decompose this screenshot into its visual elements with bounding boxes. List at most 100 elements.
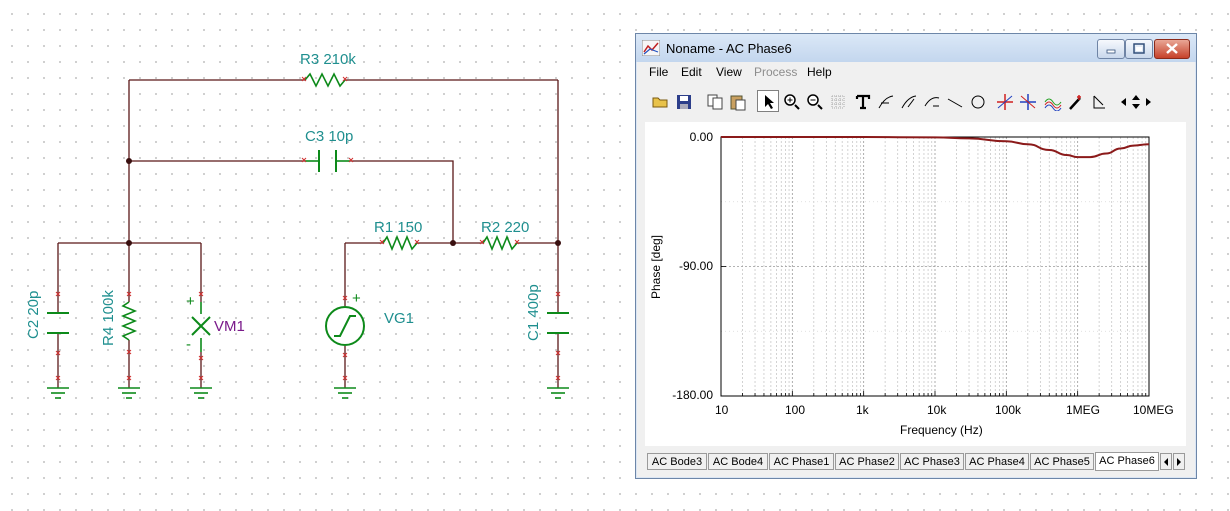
window-title: Noname - AC Phase6 xyxy=(666,41,792,56)
phase-chart[interactable] xyxy=(645,122,1186,446)
close-icon xyxy=(1166,43,1178,54)
curve-label-icon xyxy=(878,95,894,109)
grid-toggle-button[interactable] xyxy=(826,90,848,112)
capacitor-c1[interactable]: C1 400p xyxy=(525,284,569,341)
menu-bar: File Edit View Process Help xyxy=(636,62,1196,82)
x-tick-5: 1MEG xyxy=(1066,403,1101,417)
triangle-left-icon xyxy=(1121,98,1126,106)
resistor-r3[interactable]: R3 210k xyxy=(300,51,356,88)
menu-help[interactable]: Help xyxy=(807,65,832,79)
equation-tool[interactable] xyxy=(920,90,942,112)
vg1-label: VG1 xyxy=(384,310,414,327)
zoom-out-button[interactable] xyxy=(803,90,825,112)
copy-button[interactable] xyxy=(703,90,725,112)
open-button[interactable] xyxy=(649,90,671,112)
tab-strip: AC Bode3 AC Bode4 AC Phase1 AC Phase2 AC… xyxy=(645,452,1186,472)
c2-label: C2 20p xyxy=(25,291,42,339)
zoom-in-button[interactable] xyxy=(780,90,802,112)
tab-scroll-left[interactable] xyxy=(1160,453,1172,470)
line-tool[interactable] xyxy=(943,90,965,112)
menu-view[interactable]: View xyxy=(716,65,742,79)
equation-icon xyxy=(924,97,940,107)
tab-ac-phase6[interactable]: AC Phase6 xyxy=(1095,452,1159,471)
generator-vg1[interactable]: + VG1 xyxy=(325,290,414,346)
cursor-a-button[interactable] xyxy=(993,90,1015,112)
maximize-button[interactable] xyxy=(1125,39,1153,59)
menu-edit[interactable]: Edit xyxy=(681,65,702,79)
schematic-canvas[interactable]: R3 210k C3 10p R1 150 R2 220 C2 20p R4 1… xyxy=(0,0,630,511)
x-tick-1: 100 xyxy=(785,403,806,417)
tab-ac-phase3[interactable]: AC Phase3 xyxy=(900,453,964,470)
tab-ac-bode3[interactable]: AC Bode3 xyxy=(647,453,707,470)
r4-label: R4 100k xyxy=(100,290,117,346)
ground-icon xyxy=(47,387,69,399)
maximize-icon xyxy=(1133,43,1145,54)
zoom-out-icon xyxy=(807,94,823,110)
triangle-left-icon xyxy=(1164,458,1168,466)
curve-label-tool[interactable] xyxy=(874,90,896,112)
plot-area[interactable]: 0.00 -90.00 -180.00 Phase [deg] 10 100 1… xyxy=(645,122,1186,446)
text-tool[interactable] xyxy=(851,90,873,112)
ground-symbols xyxy=(47,387,569,399)
x-tick-2: 1k xyxy=(856,403,869,417)
probe-button[interactable] xyxy=(1064,90,1086,112)
toolbar xyxy=(645,88,1185,116)
save-button[interactable] xyxy=(672,90,694,112)
ground-icon xyxy=(547,387,569,399)
pointer-tool[interactable] xyxy=(757,90,779,112)
scroll-updown-button[interactable] xyxy=(1128,90,1142,112)
voltmeter-vm1[interactable]: + - VM1 xyxy=(186,293,245,353)
scroll-right-button[interactable] xyxy=(1141,90,1155,112)
paste-button[interactable] xyxy=(726,90,748,112)
title-bar[interactable]: Noname - AC Phase6 xyxy=(636,34,1196,62)
waves-icon xyxy=(1044,98,1062,111)
curve-mark-icon xyxy=(901,95,917,109)
triangle-right-icon xyxy=(1177,458,1181,466)
cursor-b-button[interactable] xyxy=(1016,90,1038,112)
ellipse-tool[interactable] xyxy=(966,90,988,112)
cursor-b-icon xyxy=(1020,94,1036,110)
axis-icon xyxy=(1093,95,1105,109)
tab-ac-phase5[interactable]: AC Phase5 xyxy=(1030,453,1094,470)
axis-button[interactable] xyxy=(1087,90,1109,112)
app-icon xyxy=(642,40,660,56)
r3-label: R3 210k xyxy=(300,51,356,68)
scroll-left-button[interactable] xyxy=(1115,90,1129,112)
ellipse-icon xyxy=(971,95,985,109)
r1-label: R1 150 xyxy=(374,219,422,236)
up-down-icon xyxy=(1132,95,1140,109)
add-curves-button[interactable] xyxy=(1041,90,1063,112)
menu-file[interactable]: File xyxy=(649,65,668,79)
x-tick-0: 10 xyxy=(715,403,729,417)
tab-ac-bode4[interactable]: AC Bode4 xyxy=(708,453,768,470)
minimize-button[interactable] xyxy=(1097,39,1125,59)
r2-label: R2 220 xyxy=(481,219,529,236)
vm1-minus: - xyxy=(186,336,191,353)
cursor-a-icon xyxy=(997,94,1013,110)
text-icon xyxy=(855,94,871,110)
triangle-right-icon xyxy=(1146,98,1151,106)
save-icon xyxy=(677,95,691,109)
resistor-r1[interactable]: R1 150 xyxy=(374,219,422,252)
analysis-window[interactable]: Noname - AC Phase6 File Edit View Proces… xyxy=(635,33,1197,479)
close-button[interactable] xyxy=(1154,39,1190,59)
resistor-r2[interactable]: R2 220 xyxy=(481,219,529,252)
vm1-plus: + xyxy=(186,293,195,310)
menu-process[interactable]: Process xyxy=(754,65,797,79)
folder-open-icon xyxy=(652,97,668,108)
pointer-icon xyxy=(765,95,774,109)
c3-label: C3 10p xyxy=(305,128,353,145)
curve-mark-tool[interactable] xyxy=(897,90,919,112)
x-tick-3: 10k xyxy=(927,403,947,417)
resistor-r4[interactable]: R4 100k xyxy=(100,290,138,346)
tab-ac-phase4[interactable]: AC Phase4 xyxy=(965,453,1029,470)
copy-icon xyxy=(707,94,723,110)
ground-icon xyxy=(190,387,212,399)
capacitor-c2[interactable]: C2 20p xyxy=(25,291,69,339)
capacitor-c3[interactable]: C3 10p xyxy=(305,128,353,172)
tab-ac-phase2[interactable]: AC Phase2 xyxy=(835,453,899,470)
tab-ac-phase1[interactable]: AC Phase1 xyxy=(769,453,834,470)
tab-scroll-right[interactable] xyxy=(1173,453,1185,470)
minimize-icon xyxy=(1106,49,1116,54)
zoom-in-icon xyxy=(784,94,800,110)
